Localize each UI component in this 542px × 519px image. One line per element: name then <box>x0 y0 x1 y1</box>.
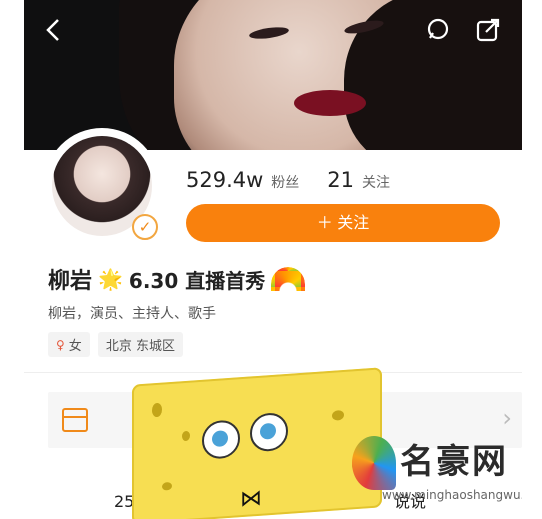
profile-page: ✓ 529.4w 粉丝 21 关注 ＋ 关注 柳岩 🌟 6.30 直播首秀 柳岩… <box>24 0 522 519</box>
chat-bubble-icon[interactable] <box>424 16 452 44</box>
profile-stats: 529.4w 粉丝 21 关注 <box>186 168 410 192</box>
cover-lips <box>294 90 366 116</box>
section-divider <box>24 372 522 373</box>
followers-count[interactable]: 529.4w <box>186 168 263 192</box>
following-count[interactable]: 21 <box>327 168 354 192</box>
sponge-hole <box>162 481 172 491</box>
chevron-right-icon: › <box>502 404 512 432</box>
sponge-hole <box>332 409 344 421</box>
gender-tag-label: 女 <box>68 339 82 354</box>
profile-name: 柳岩 <box>48 269 93 294</box>
shop-icon <box>62 408 88 432</box>
profile-cover-photo <box>24 0 522 150</box>
sponge-hole <box>152 402 162 418</box>
sponge-pupil <box>212 430 228 448</box>
profile-tagline: 6.30 直播首秀 <box>128 268 266 293</box>
followers-label[interactable]: 粉丝 <box>271 172 299 192</box>
following-label[interactable]: 关注 <box>362 172 390 192</box>
sponge-sticker: ⋈ <box>132 367 382 519</box>
sponge-pupil <box>260 422 276 440</box>
sponge-eye <box>202 419 240 460</box>
female-icon: ♀ <box>56 337 65 352</box>
sponge-hole <box>182 430 190 442</box>
follow-button[interactable]: ＋ 关注 <box>186 204 500 242</box>
share-icon[interactable] <box>474 16 502 44</box>
back-icon[interactable] <box>40 16 68 44</box>
location-tag: 北京 东城区 <box>97 332 183 357</box>
verified-badge-icon: ✓ <box>132 214 158 240</box>
bowtie-icon: ⋈ <box>240 485 262 513</box>
gender-tag: ♀ 女 <box>48 332 90 357</box>
watermark-url: www.minghaoshangwu.com <box>382 488 522 502</box>
rainbow-icon <box>271 267 306 291</box>
watermark-logo-icon <box>352 436 396 490</box>
profile-name-row: 柳岩 🌟 6.30 直播首秀 <box>48 263 306 295</box>
profile-intro: 柳岩，演员、主持人、歌手 <box>48 306 216 322</box>
location-tag-label: 北京 东城区 <box>105 339 175 354</box>
watermark-brand: 名豪网 <box>400 442 508 482</box>
star-icon: 🌟 <box>98 267 123 291</box>
profile-tags: ♀ 女 北京 东城区 <box>48 332 183 357</box>
watermark: 名豪网 www.minghaoshangwu.com <box>352 430 522 510</box>
sponge-eye <box>250 411 288 453</box>
